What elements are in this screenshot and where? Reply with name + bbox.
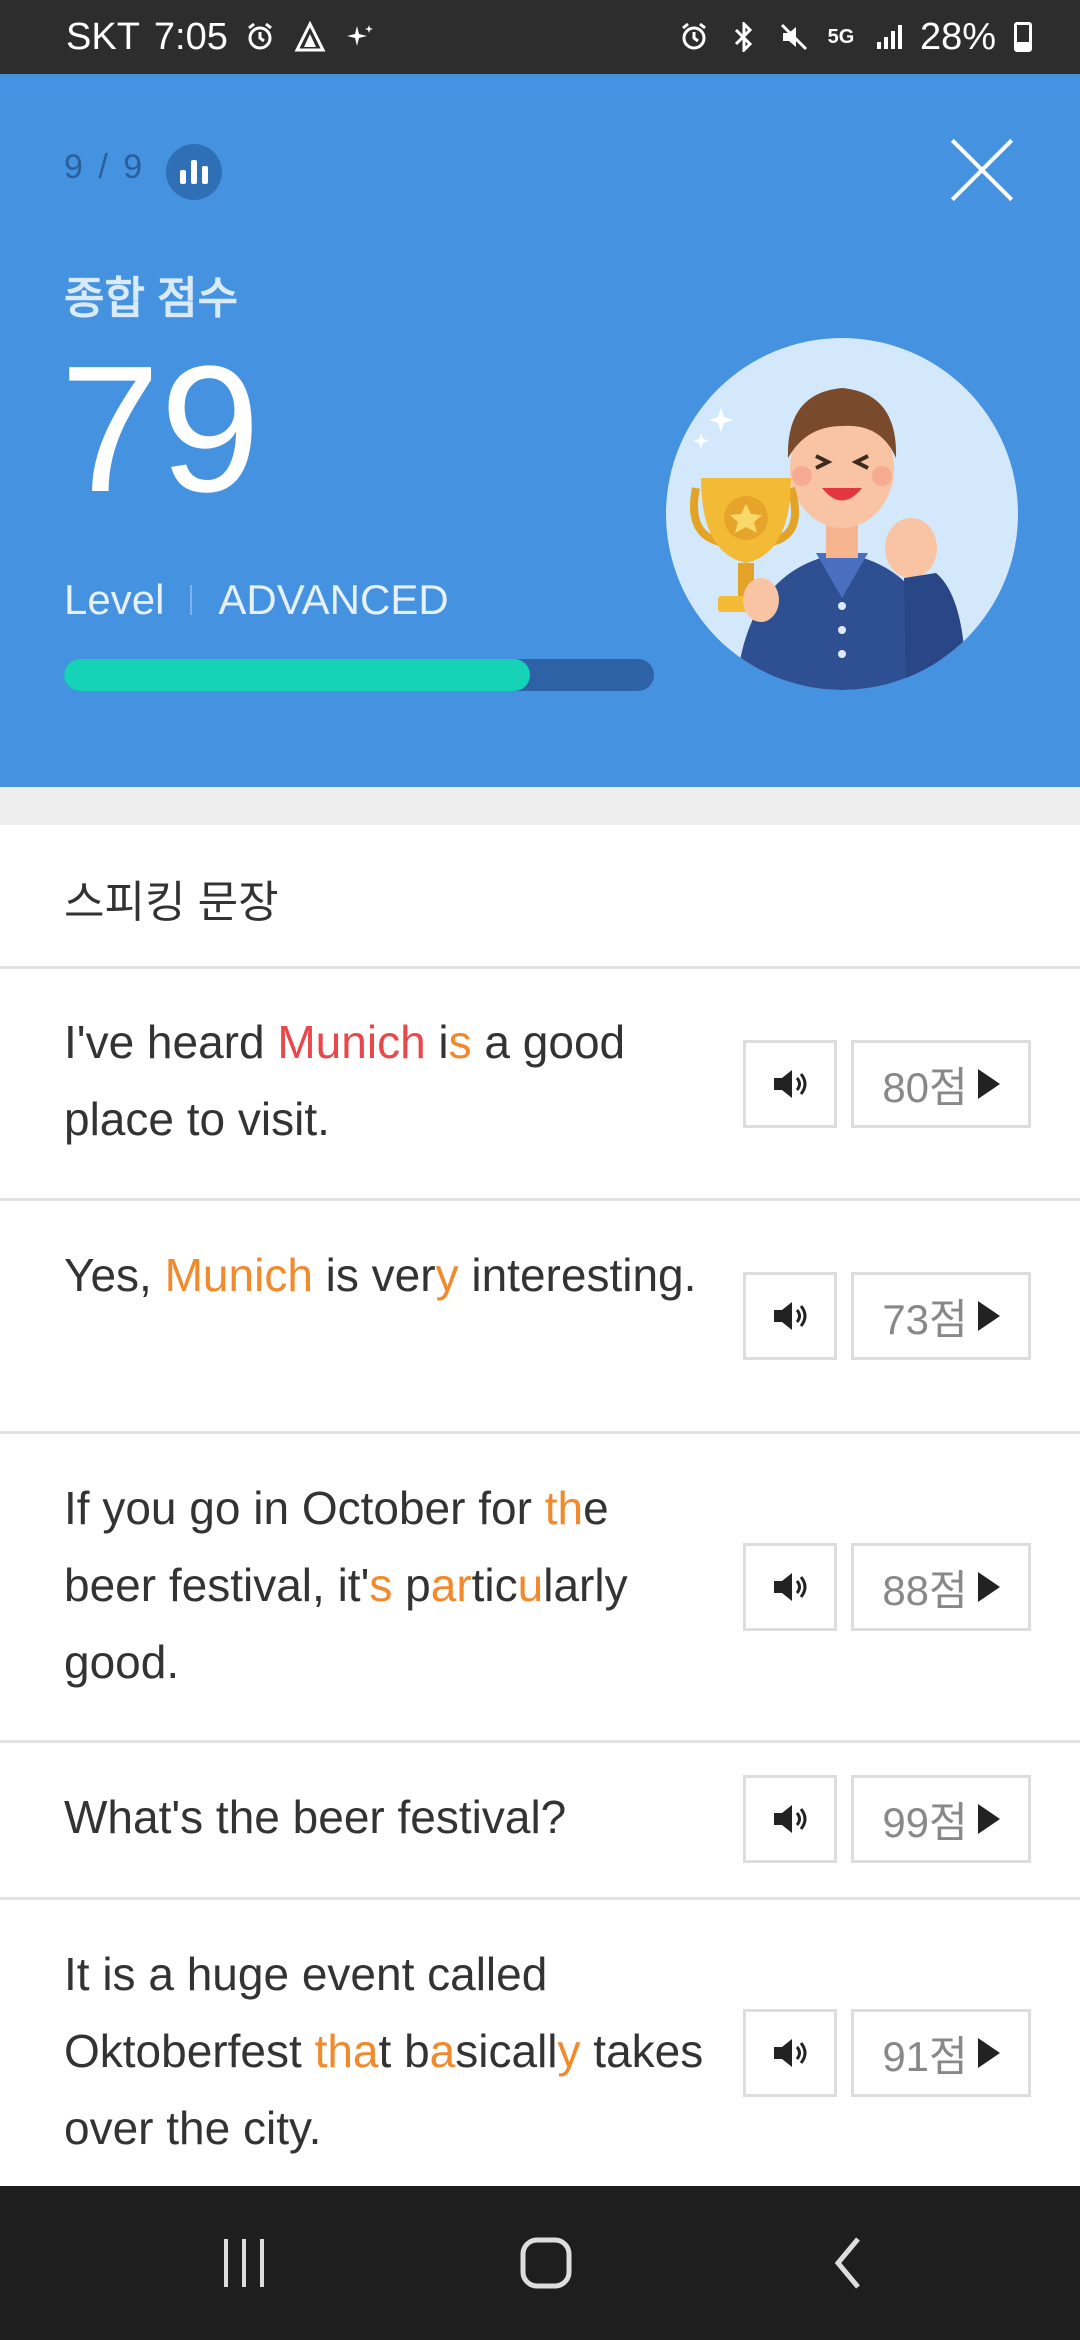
- play-audio-button[interactable]: [743, 1775, 837, 1863]
- back-icon[interactable]: [760, 2186, 940, 2340]
- divider: [0, 1198, 1080, 1201]
- network-type-label: 5G: [826, 19, 856, 55]
- sentence-text: It is a huge event called Oktoberfest th…: [64, 1936, 704, 2167]
- status-right: 5G 28%: [676, 16, 1032, 59]
- divider: [0, 1740, 1080, 1743]
- sentence-segment: What's the beer festival?: [64, 1791, 567, 1843]
- highlighted-segment: u: [517, 1559, 544, 1611]
- total-score-value: 79: [60, 329, 261, 530]
- signal-icon: [870, 19, 906, 55]
- status-bar: SKT 7:05 5G 28%: [0, 0, 1080, 74]
- home-icon[interactable]: [456, 2186, 636, 2340]
- level-progress-bar: [64, 659, 654, 691]
- section-divider-band: [0, 787, 1080, 825]
- speaker-icon: [774, 2039, 807, 2067]
- sentence-score-button[interactable]: 99점: [851, 1775, 1031, 1863]
- highlighted-segment: Munich: [277, 1016, 426, 1068]
- sparkle-icon: [342, 19, 378, 55]
- highlighted-segment: ar: [430, 1559, 472, 1611]
- level-value: ADVANCED: [218, 576, 449, 623]
- clock: 7:05: [153, 15, 228, 58]
- play-audio-button[interactable]: [743, 1272, 837, 1360]
- sentence-score: 99점: [882, 1798, 968, 1846]
- sentence-score-button[interactable]: 88점: [851, 1543, 1031, 1631]
- battery-icon: [1014, 22, 1032, 52]
- divider: [0, 1431, 1080, 1434]
- level-progress-fill: [64, 659, 531, 691]
- sentence-segment: I've heard: [64, 1016, 278, 1068]
- sentence-score-button[interactable]: 73점: [851, 1272, 1031, 1360]
- battery-percent: 28%: [919, 15, 996, 58]
- play-icon: [977, 2038, 1000, 2068]
- level-divider: [190, 585, 193, 615]
- sentence-text: If you go in October for the beer festiv…: [64, 1470, 704, 1701]
- stats-chart-button[interactable]: [166, 144, 222, 200]
- play-icon: [977, 1572, 1000, 1602]
- speaker-icon: [774, 1805, 807, 1833]
- sentence-segment: p: [392, 1559, 431, 1611]
- chart-bar-icon: [191, 160, 197, 184]
- total-score-label: 종합 점수: [64, 274, 239, 323]
- alarm-icon: [676, 19, 712, 55]
- alarm-icon: [242, 19, 278, 55]
- sentence-text: Yes, Munich is very interesting.: [64, 1237, 704, 1314]
- chart-bar-icon: [180, 170, 186, 184]
- sentence-score-button[interactable]: 80점: [851, 1040, 1031, 1128]
- navigation-icon: [292, 19, 328, 55]
- sentence-segment: sicall: [455, 2025, 558, 2077]
- sentence-score-button[interactable]: 91점: [851, 2009, 1031, 2097]
- bluetooth-icon: [726, 19, 762, 55]
- trophy-character-avatar: [666, 338, 1018, 690]
- highlighted-segment: y: [435, 1249, 459, 1301]
- sentence-segment: Yes,: [64, 1249, 165, 1301]
- section-title: 스피킹 문장: [64, 878, 279, 927]
- recent-apps-icon[interactable]: [154, 2186, 334, 2340]
- highlighted-segment: a: [429, 2025, 456, 2077]
- level-label: Level: [64, 576, 165, 623]
- play-audio-button[interactable]: [743, 2009, 837, 2097]
- play-icon: [977, 1804, 1000, 1834]
- speaker-icon: [774, 1302, 807, 1330]
- sentence-segment: If you go in October for: [64, 1482, 545, 1534]
- sentence-segment: interesting.: [458, 1249, 697, 1301]
- status-left: SKT 7:05: [66, 16, 378, 59]
- sentence-text: What's the beer festival?: [64, 1779, 704, 1856]
- close-icon[interactable]: [946, 134, 1018, 206]
- network-type-text: 5G: [827, 25, 855, 48]
- sentence-score: 88점: [882, 1566, 968, 1614]
- sentence-score: 80점: [882, 1063, 968, 1111]
- speaker-icon: [774, 1070, 807, 1098]
- level-row: Level ADVANCED: [64, 576, 449, 624]
- sentence-segment: tic: [471, 1559, 518, 1611]
- highlighted-segment: y: [557, 2025, 581, 2077]
- highlighted-segment: tha: [314, 2025, 379, 2077]
- play-icon: [977, 1301, 1000, 1331]
- sentence-segment: t b: [378, 2025, 430, 2077]
- highlighted-segment: s: [369, 1559, 393, 1611]
- sentence-score: 91점: [882, 2032, 968, 2080]
- carrier-label: SKT: [66, 15, 140, 58]
- play-audio-button[interactable]: [743, 1543, 837, 1631]
- sentence-segment: i: [425, 1016, 449, 1068]
- play-audio-button[interactable]: [743, 1040, 837, 1128]
- sentence-segment: is ver: [312, 1249, 436, 1301]
- highlighted-segment: th: [544, 1482, 584, 1534]
- speaker-icon: [774, 1573, 807, 1601]
- highlighted-segment: Munich: [164, 1249, 313, 1301]
- sentence-score: 73점: [882, 1295, 968, 1343]
- mute-icon: [776, 19, 812, 55]
- highlighted-segment: s: [448, 1016, 472, 1068]
- divider: [0, 1897, 1080, 1900]
- system-nav-bar: [0, 2186, 1080, 2340]
- question-progress: 9 / 9: [64, 148, 146, 186]
- divider: [0, 966, 1080, 969]
- sentence-text: I've heard Munich is a good place to vis…: [64, 1004, 704, 1158]
- play-icon: [977, 1069, 1000, 1099]
- chart-bar-icon: [202, 166, 208, 184]
